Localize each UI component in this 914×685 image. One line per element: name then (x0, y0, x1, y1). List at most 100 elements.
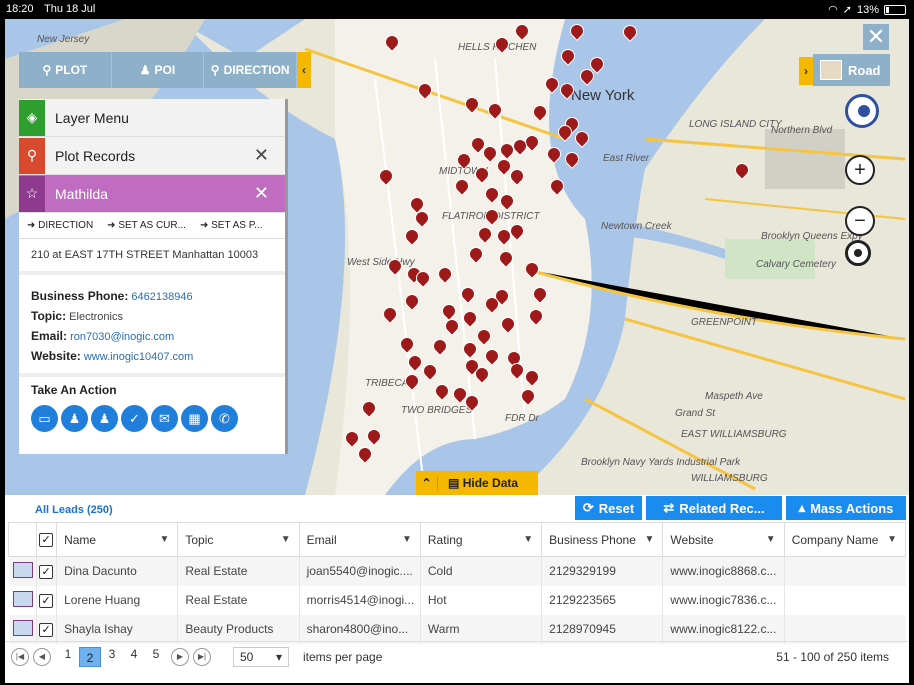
cell-name[interactable]: Dina Dacunto (56, 556, 178, 586)
record-action-direction[interactable]: ➜ DIRECTION (27, 220, 93, 231)
row-checkbox[interactable]: ✓ (39, 622, 54, 637)
col-label: Website (670, 532, 714, 547)
hide-data-button[interactable]: ⌃ ▤ Hide Data (416, 471, 538, 495)
record-icon[interactable] (12, 590, 33, 607)
filter-icon[interactable]: ▼ (281, 534, 291, 545)
cell-email: morris4514@inogi... (298, 585, 421, 615)
table-row[interactable]: ✓ Shayla Ishay Beauty Products sharon480… (8, 614, 906, 644)
leads-grid: ✓ Name ▼ Topic ▼ Email ▼ Rating ▼ Business P… (5, 522, 909, 644)
user-icon[interactable]: ♟ (61, 405, 88, 432)
map-label: LONG ISLAND CITY (689, 119, 782, 130)
direction-button[interactable]: ⚲ DIRECTION (204, 52, 298, 88)
assign-icon[interactable]: ✓ (121, 405, 148, 432)
record-action-set-current[interactable]: ➜ SET AS CUR... (107, 220, 186, 231)
col-business-phone[interactable]: Business Phone ▼ (541, 522, 664, 557)
field-label: Website: (31, 349, 81, 363)
expand-road-button[interactable]: › (799, 57, 813, 85)
record-icon[interactable] (12, 561, 33, 578)
pin-icon: ⚲ (19, 137, 45, 174)
zoom-out-button[interactable]: − (845, 206, 875, 236)
col-email[interactable]: Email ▼ (298, 522, 421, 557)
col-label: Rating (427, 532, 463, 547)
col-name[interactable]: Name ▼ (56, 522, 179, 557)
locate-me-button[interactable] (845, 240, 871, 266)
row-checkbox[interactable]: ✓ (39, 593, 54, 608)
col-website[interactable]: Website ▼ (662, 522, 785, 557)
record-icon[interactable] (12, 619, 33, 636)
cell-company (783, 585, 906, 615)
map-thumbnail-icon (820, 60, 842, 80)
page-3[interactable]: 3 (101, 647, 123, 667)
col-topic[interactable]: Topic ▼ (177, 522, 300, 557)
field-value[interactable]: ron7030@inogic.com (70, 331, 174, 343)
calendar-icon[interactable]: ▦ (181, 405, 208, 432)
table-row[interactable]: ✓ Lorene Huang Real Estate morris4514@in… (9, 585, 906, 615)
collapse-toolbar-button[interactable]: ‹ (297, 52, 311, 88)
last-page-button[interactable]: ▶| (193, 647, 211, 666)
folder-icon[interactable]: ▭ (31, 405, 58, 432)
table-row[interactable]: ✓ Dina Dacunto Real Estate joan5540@inog… (8, 556, 906, 586)
cell-company (783, 614, 906, 644)
page-size-select[interactable]: 50 ▾ (233, 646, 289, 667)
phone-icon[interactable]: ✆ (211, 405, 238, 432)
email-icon[interactable]: ✉ (151, 405, 178, 432)
reset-button[interactable]: ⟳ Reset (575, 496, 642, 520)
row-checkbox[interactable]: ✓ (39, 564, 54, 579)
close-icon[interactable]: ✕ (254, 183, 269, 204)
field-business-phone: Business Phone: 6462138946 (31, 289, 273, 303)
road-label: Road (848, 62, 881, 78)
plot-button-label: PLOT (55, 63, 88, 77)
filter-icon[interactable]: ▼ (887, 534, 897, 545)
chevron-up-icon: ⌃ (416, 476, 438, 490)
users-icon[interactable]: ♟ (91, 405, 118, 432)
filter-icon[interactable]: ▼ (523, 534, 533, 545)
col-company-name[interactable]: Company Name ▼ (783, 522, 907, 557)
filter-icon[interactable]: ▼ (159, 534, 169, 545)
mass-actions-button[interactable]: ▴ Mass Actions (786, 496, 906, 520)
zoom-in-button[interactable]: + (845, 155, 875, 185)
map-toolbar: ⚲ PLOT ♟ POI ⚲ DIRECTION (19, 52, 298, 88)
record-action-set-p[interactable]: ➜ SET AS P... (200, 220, 263, 231)
page-4[interactable]: 4 (123, 647, 145, 667)
layer-panel: ◈ Layer Menu ⚲ Plot Records ✕ ☆ Mathilda… (19, 99, 285, 454)
row-select-cell: ✓ (36, 585, 57, 615)
field-value[interactable]: 6462138946 (131, 291, 192, 303)
view-title[interactable]: All Leads (250) (35, 504, 113, 516)
close-icon[interactable]: ✕ (254, 145, 269, 166)
next-page-button[interactable]: ▶ (171, 647, 189, 666)
close-map-button[interactable]: ✕ (863, 24, 889, 50)
map-label: New Jersey (37, 34, 90, 45)
refresh-icon: ⟳ (582, 500, 594, 515)
cell-email: joan5540@inogic.... (298, 556, 421, 586)
grid-toolbar: All Leads (250) ⟳ Reset ⇄ Related Rec... ▴… (5, 495, 909, 522)
map-canvas[interactable]: HELLS KITCHEN New York MIDTOWN LONG ISLA… (5, 19, 909, 495)
road-layer-button[interactable]: Road (813, 54, 890, 86)
prev-page-button[interactable]: ◀ (33, 647, 51, 666)
page-2[interactable]: 2 (79, 646, 101, 667)
record-row[interactable]: ☆ Mathilda ✕ (19, 175, 285, 213)
cell-name[interactable]: Lorene Huang (56, 585, 178, 615)
map-label: New York (571, 87, 635, 104)
filter-icon[interactable]: ▼ (645, 534, 655, 545)
first-page-button[interactable]: |◀ (11, 647, 29, 666)
page-1[interactable]: 1 (57, 647, 79, 667)
compass-icon[interactable] (845, 94, 879, 128)
layer-menu-row[interactable]: ◈ Layer Menu (19, 99, 285, 137)
page-5[interactable]: 5 (145, 647, 167, 667)
related-records-button[interactable]: ⇄ Related Rec... (646, 496, 782, 520)
chevron-left-icon: ‹ (302, 63, 306, 77)
filter-icon[interactable]: ▼ (766, 534, 776, 545)
cell-name[interactable]: Shayla Ishay (56, 614, 178, 644)
row-select-cell: ✓ (36, 556, 57, 586)
col-rating[interactable]: Rating ▼ (419, 522, 543, 557)
col-label: Company Name (791, 532, 879, 547)
poi-button[interactable]: ♟ POI (112, 52, 205, 88)
related-label: Related Rec... (679, 500, 765, 516)
take-action-heading: Take An Action (19, 373, 285, 403)
select-all-checkbox[interactable]: ✓ (39, 533, 54, 547)
field-value[interactable]: www.inogic10407.com (84, 351, 193, 363)
swap-icon: ⇄ (663, 500, 675, 515)
plot-button[interactable]: ⚲ PLOT (19, 52, 112, 88)
plot-records-row[interactable]: ⚲ Plot Records ✕ (19, 137, 285, 175)
filter-icon[interactable]: ▼ (402, 534, 412, 545)
